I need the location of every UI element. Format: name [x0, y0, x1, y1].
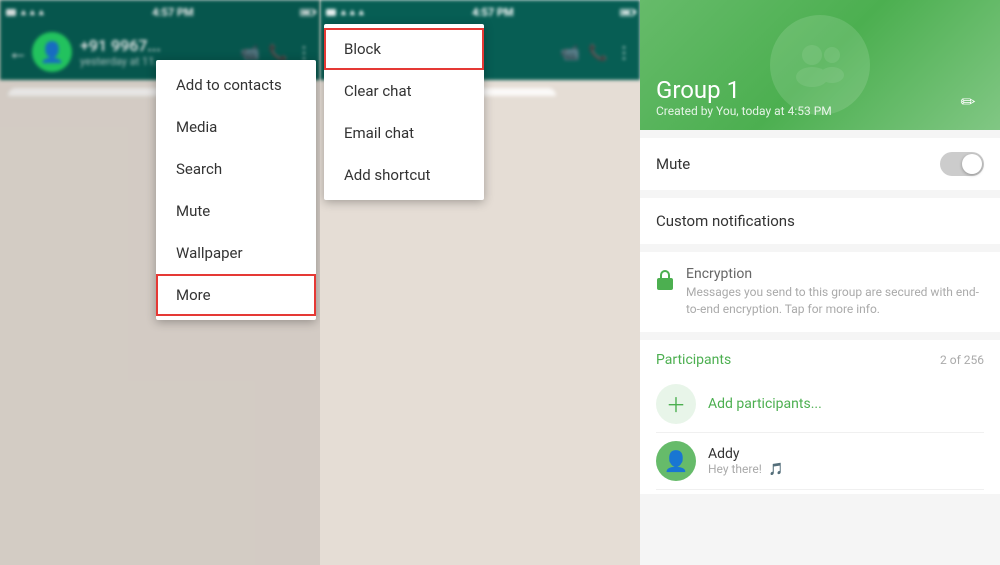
status-bar-2: ▲▲▲ 4:57 PM [320, 0, 640, 24]
participants-label: Participants [656, 352, 731, 368]
add-participant-avatar: ＋ [656, 384, 696, 424]
mute-toggle[interactable] [940, 152, 984, 176]
add-participant-row[interactable]: ＋ Add participants... [656, 376, 984, 433]
enc-text: Encryption Messages you send to this gro… [686, 266, 984, 318]
video-call-icon-2[interactable]: 📹 [560, 43, 580, 62]
menu-more[interactable]: More [156, 274, 316, 316]
dropdown-menu-1: Add to contacts Media Search Mute Wallpa… [156, 60, 316, 320]
menu-block[interactable]: Block [324, 28, 484, 70]
menu-media[interactable]: Media [156, 106, 316, 148]
carrier-text-2: ▲▲▲ [339, 7, 366, 18]
chat-panel-1: ▲▲▲ 4:57 PM ← 👤 +91 9967... yesterday at… [0, 0, 320, 565]
encryption-section: Encryption Messages you send to this gro… [640, 252, 1000, 332]
custom-notif-label: Custom notifications [656, 212, 795, 230]
menu-mute[interactable]: Mute [156, 190, 316, 232]
participant-status-addy: Hey there! 🎵 [708, 462, 984, 476]
call-icon-2[interactable]: 📞 [588, 43, 608, 62]
dropdown-menu-2: Block Clear chat Email chat Add shortcut [324, 24, 484, 200]
participant-addy[interactable]: 👤 Addy Hey there! 🎵 [656, 433, 984, 490]
lock-icon [656, 268, 674, 290]
time-display-2: 4:57 PM [472, 6, 514, 19]
menu-clear-chat[interactable]: Clear chat [324, 70, 484, 112]
participant-avatar-addy: 👤 [656, 441, 696, 481]
menu-wallpaper[interactable]: Wallpaper [156, 232, 316, 274]
edit-button[interactable]: ✏ [952, 86, 984, 118]
more-icon-2[interactable]: ⋮ [616, 43, 632, 62]
participants-count: 2 of 256 [940, 353, 984, 367]
mute-label: Mute [656, 155, 940, 173]
participant-name-addy: Addy [708, 446, 984, 462]
mute-row: Mute [640, 138, 1000, 190]
participants-header: Participants 2 of 256 [656, 352, 984, 368]
add-participant-label: Add participants... [708, 396, 984, 412]
enc-desc: Messages you send to this group are secu… [686, 284, 984, 318]
menu-add-shortcut[interactable]: Add shortcut [324, 154, 484, 196]
group-info-text: Group 1 Created by You, today at 4:53 PM [656, 76, 952, 118]
battery-icon-2 [620, 9, 634, 16]
group-info-panel: Group 1 Created by You, today at 4:53 PM… [640, 0, 1000, 565]
participants-section: Participants 2 of 256 ＋ Add participants… [640, 340, 1000, 494]
chat-panel-2: ▲▲▲ 4:57 PM ← 👤 +91 9967... yesterday at… [320, 0, 640, 565]
participant-info-addy: Addy Hey there! 🎵 [708, 446, 984, 476]
group-name: Group 1 [656, 76, 952, 104]
group-created: Created by You, today at 4:53 PM [656, 104, 952, 118]
menu-email-chat[interactable]: Email chat [324, 112, 484, 154]
mute-section: Mute [640, 138, 1000, 190]
toggle-knob [962, 154, 982, 174]
menu-add-contacts[interactable]: Add to contacts [156, 64, 316, 106]
menu-search[interactable]: Search [156, 148, 316, 190]
custom-notifications[interactable]: Custom notifications [640, 198, 1000, 244]
add-participant-info: Add participants... [708, 396, 984, 412]
group-header: Group 1 Created by You, today at 4:53 PM… [640, 0, 1000, 130]
signal-icon-2 [326, 9, 336, 16]
enc-label: Encryption [686, 266, 984, 282]
